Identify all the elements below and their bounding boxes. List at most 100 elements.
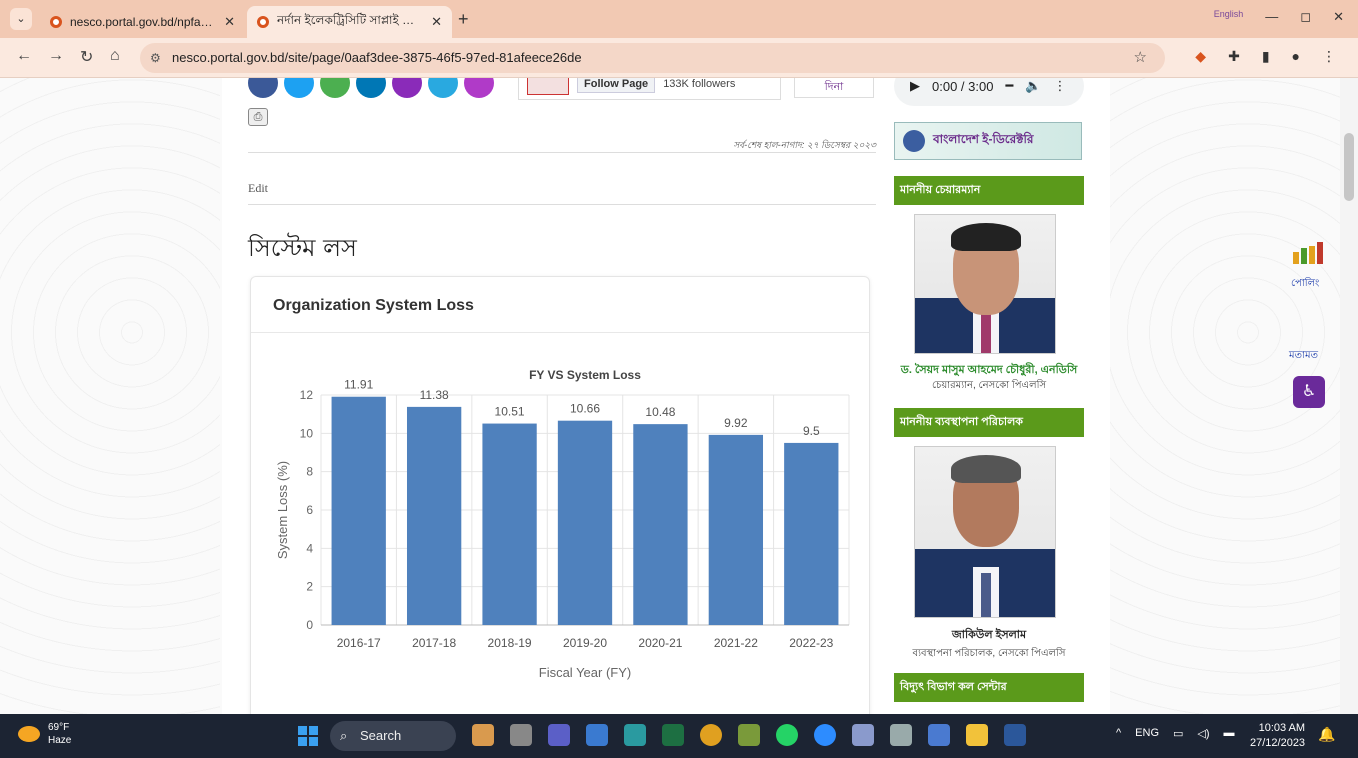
taskbar-search[interactable]: ⌕ Search [330, 721, 456, 751]
site-info-icon[interactable]: ⚙ [150, 43, 161, 73]
close-window-icon[interactable]: ✕ [1333, 9, 1344, 25]
file-explorer-icon[interactable] [966, 724, 988, 746]
battery-icon[interactable]: ▬ [1224, 727, 1235, 740]
clock[interactable]: 10:03 AM 27/12/2023 [1250, 721, 1305, 751]
language-indicator[interactable]: ENG [1135, 727, 1159, 740]
weather-text: Haze [48, 735, 72, 746]
x-tick-label: 2016-17 [337, 636, 381, 650]
feedback-link[interactable]: মতামত [1289, 348, 1318, 365]
language-toggle[interactable]: English [1214, 9, 1244, 25]
accessibility-icon[interactable]: ♿ [1293, 376, 1325, 408]
notification-icon[interactable]: 🔔 [1318, 726, 1335, 743]
address-bar: ← → ↻ ⌂ ⚙ nesco.portal.gov.bd/site/page/… [0, 38, 1358, 78]
home-icon[interactable]: ⌂ [110, 47, 120, 65]
profile-avatar[interactable]: ● [1292, 48, 1300, 65]
task-view-icon[interactable] [510, 724, 532, 746]
app-icon[interactable] [738, 724, 760, 746]
y-tick-label: 2 [306, 580, 313, 594]
start-icon[interactable] [298, 726, 318, 746]
app-icon[interactable] [890, 724, 912, 746]
chairman-role: চেয়ারম্যান, নেসকো পিএলসি [931, 380, 1047, 391]
excel-icon[interactable] [662, 724, 684, 746]
data-label: 11.91 [344, 378, 373, 392]
last-updated: সর্ব-শেষ হাল-নাগাদ: ২৭ ডিসেম্বর ২০২৩ [733, 140, 876, 150]
progress-icon[interactable]: ━ [1005, 78, 1013, 94]
weather-widget[interactable]: 69°F Haze [18, 721, 71, 747]
app-icon[interactable] [928, 724, 950, 746]
url-field[interactable]: ⚙ nesco.portal.gov.bd/site/page/0aaf3dee… [140, 43, 1165, 73]
tab-search-button[interactable]: ⌄ [10, 8, 32, 30]
print-icon[interactable]: ⎙ [248, 108, 268, 126]
new-tab-button[interactable]: + [458, 9, 469, 30]
data-label: 9.92 [724, 416, 748, 430]
puzzle-icon[interactable]: ✚ [1228, 48, 1240, 65]
tab-nesco-site[interactable]: নর্দান ইলেকট্রিসিটি সাপ্লাই কোম্ ✕ [247, 6, 452, 38]
temperature: 69°F [48, 722, 70, 733]
share-icon[interactable] [320, 78, 350, 98]
x-tick-label: 2022-23 [789, 636, 833, 650]
system-loss-card: Organization System Loss FY VS System Lo… [250, 276, 870, 714]
chevron-up-icon[interactable]: ^ [1116, 727, 1121, 740]
chrome-icon[interactable] [700, 724, 722, 746]
back-icon[interactable]: ← [16, 47, 32, 65]
bookmark-star-icon[interactable]: ☆ [1134, 43, 1147, 73]
e-directory-banner[interactable]: বাংলাদেশ ই-ডিরেক্টরি [894, 122, 1082, 160]
more-icon[interactable]: ⋮ [1053, 78, 1066, 94]
e-directory-label: বাংলাদেশ ই-ডিরেক্টরি [933, 132, 1034, 146]
taskbar: 69°F Haze ⌕ Search ^ ENG ▭ ◁) ▬ 10:03 AM … [0, 714, 1358, 758]
volume-icon[interactable]: 🔈 [1025, 78, 1041, 94]
minimize-icon[interactable]: — [1265, 9, 1278, 25]
tab-title: nesco.portal.gov.bd/npfadmin/ [70, 15, 217, 29]
close-icon[interactable]: ✕ [224, 14, 235, 30]
audio-player[interactable]: ▶ 0:00 / 3:00 ━ 🔈 ⋮ [894, 78, 1084, 106]
x-tick-label: 2019-20 [563, 636, 607, 650]
time: 10:03 AM [1258, 722, 1306, 734]
play-icon[interactable]: ▶ [910, 78, 920, 94]
edit-link[interactable]: Edit [248, 181, 268, 196]
forward-icon[interactable]: → [48, 47, 64, 65]
sidepanel-icon[interactable]: ▮ [1262, 48, 1270, 65]
call-center-heading: বিদ্যুৎ বিভাগ কল সেন্টার [894, 673, 1084, 702]
date-button[interactable]: দিনা [794, 78, 874, 98]
poll-chart-icon[interactable] [1293, 242, 1323, 264]
whatsapp-icon[interactable] [776, 724, 798, 746]
facebook-icon[interactable] [248, 78, 278, 98]
app-icon[interactable] [472, 724, 494, 746]
telegram-icon[interactable] [428, 78, 458, 98]
y-tick-label: 8 [306, 465, 313, 479]
poll-link[interactable]: পোলিং [1291, 276, 1319, 293]
fb-followers: 133K followers [663, 78, 736, 90]
share-buttons [248, 78, 494, 98]
linkedin-icon[interactable] [356, 78, 386, 98]
data-label: 10.48 [645, 405, 675, 419]
main-content: ⎙ Follow Page 133K followers দিনা সর্ব-শ… [222, 78, 1110, 714]
menu-icon[interactable]: ⋮ [1322, 48, 1336, 65]
tab-npfadmin[interactable]: nesco.portal.gov.bd/npfadmin/ ✕ [40, 6, 245, 38]
word-icon[interactable] [1004, 724, 1026, 746]
network-icon[interactable]: ▭ [1173, 727, 1183, 740]
chairman-photo [914, 214, 1056, 354]
maximize-icon[interactable]: ◻ [1300, 9, 1311, 25]
audio-time: 0:00 / 3:00 [932, 78, 994, 94]
chairman-heading: মাননীয় চেয়ারম্যান [894, 176, 1084, 205]
fb-follow-button[interactable]: Follow Page [577, 78, 656, 93]
scroll-thumb[interactable] [1344, 133, 1354, 201]
close-icon[interactable]: ✕ [431, 14, 442, 30]
x-tick-label: 2017-18 [412, 636, 456, 650]
chat-icon[interactable] [548, 724, 570, 746]
md-name[interactable]: জাকিউল ইসলাম [894, 626, 1084, 645]
viber-icon[interactable] [392, 78, 422, 98]
volume-icon[interactable]: ◁) [1197, 727, 1209, 740]
email-icon[interactable] [464, 78, 494, 98]
twitter-icon[interactable] [284, 78, 314, 98]
zoom-icon[interactable] [814, 724, 836, 746]
app-icon[interactable] [624, 724, 646, 746]
reload-icon[interactable]: ↻ [80, 47, 93, 67]
app-icon[interactable] [586, 724, 608, 746]
app-icon[interactable] [852, 724, 874, 746]
scrollbar[interactable] [1340, 78, 1358, 714]
extension-icon[interactable]: ◆ [1195, 48, 1206, 65]
search-icon: ⌕ [340, 728, 348, 743]
md-heading: মাননীয় ব্যবস্থাপনা পরিচালক [894, 408, 1084, 437]
data-label: 10.51 [495, 405, 525, 419]
